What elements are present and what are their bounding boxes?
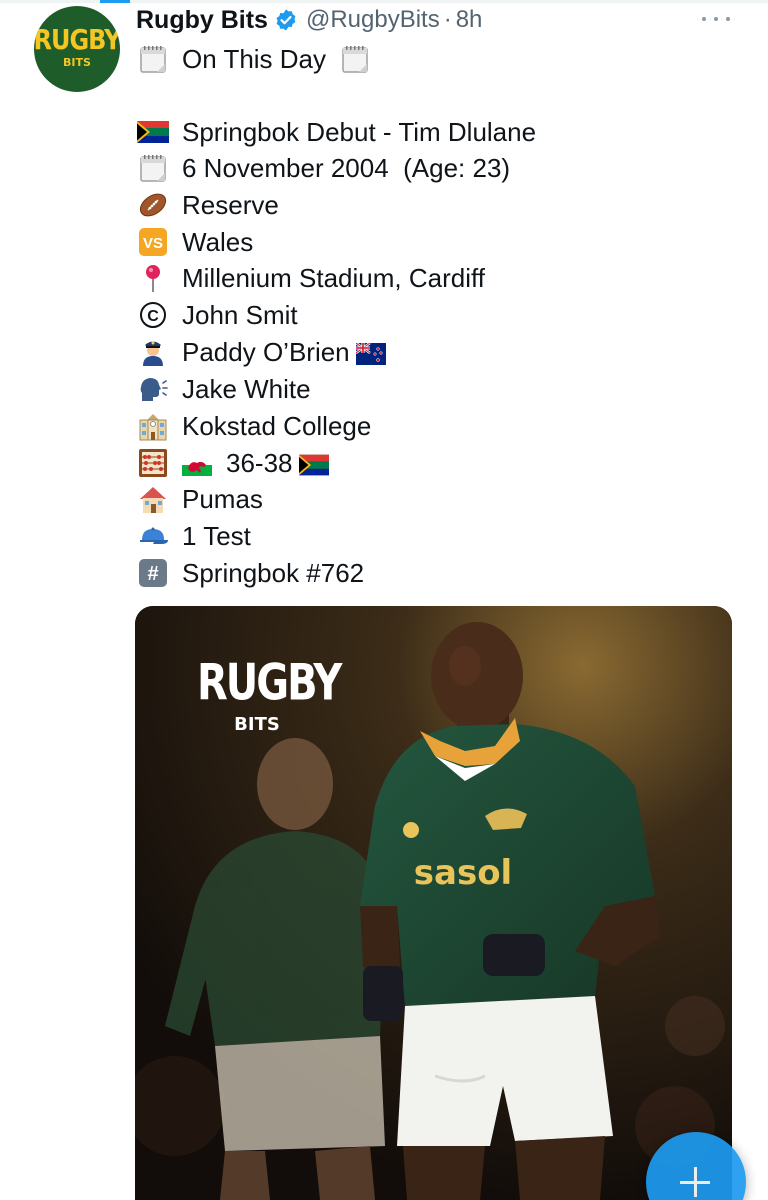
- score-text: 36-38: [226, 447, 293, 478]
- pin-icon: [136, 261, 170, 295]
- info-line-province: Pumas: [136, 481, 263, 517]
- house-icon: [136, 482, 170, 516]
- info-line-debut: Springbok Debut - Tim Dlulane: [136, 114, 536, 150]
- more-options-icon[interactable]: [700, 8, 732, 30]
- debut-text: Springbok Debut - Tim Dlulane: [182, 116, 537, 147]
- hash-icon: #: [136, 556, 170, 590]
- info-line-date: 6 November 2004 (Age: 23): [136, 150, 510, 186]
- info-line-coach: Jake White: [136, 371, 311, 407]
- abacus-icon: [136, 446, 170, 480]
- info-line-venue: Millenium Stadium, Cardiff: [136, 260, 485, 296]
- new-zealand-flag-icon: [354, 341, 386, 365]
- south-africa-flag-icon: [298, 452, 329, 476]
- avatar-logo-line2: BITS: [63, 56, 91, 69]
- tweet-photo[interactable]: sasol RUGBY BITS: [135, 606, 732, 1200]
- avatar-logo-line1: RUGBY: [34, 23, 120, 57]
- copyright-icon: C: [136, 298, 170, 332]
- referee-text: Paddy O’Brien: [182, 336, 350, 367]
- calendar-icon: [136, 42, 170, 76]
- number-text: Springbok #762: [182, 557, 365, 588]
- vs-icon: VS: [136, 225, 170, 259]
- opponent-text: Wales: [182, 226, 254, 257]
- info-line-school: Kokstad College: [136, 408, 371, 444]
- heading-line: On This Day: [136, 41, 372, 77]
- heading-text: On This Day: [182, 43, 327, 74]
- avatar[interactable]: RUGBY BITS: [34, 6, 120, 92]
- info-line-position: Reserve: [136, 187, 279, 223]
- school-icon: [136, 409, 170, 443]
- author-name[interactable]: Rugby Bits: [136, 6, 268, 35]
- south-africa-flag-icon: [136, 115, 170, 149]
- speaking-head-icon: [136, 372, 170, 406]
- plus-icon-vertical: [694, 1167, 697, 1197]
- photo-watermark-logo: RUGBY BITS: [197, 656, 342, 735]
- captain-text: John Smit: [182, 299, 298, 330]
- tests-text: 1 Test: [182, 520, 251, 551]
- info-line-tests: 1 Test: [136, 518, 251, 554]
- info-line-score: 36-38: [136, 445, 339, 481]
- police-officer-icon: [136, 335, 170, 369]
- top-tab-strip: [0, 0, 768, 3]
- svg-text:#: #: [147, 563, 158, 585]
- watermark-line1: RUGBY: [197, 654, 342, 712]
- jersey-sponsor-text: sasol: [414, 853, 512, 893]
- wales-flag-icon: [182, 452, 212, 476]
- info-line-number: # Springbok #762: [136, 555, 364, 591]
- verified-badge-icon: [276, 9, 296, 31]
- cap-icon: [136, 519, 170, 553]
- tweet-timestamp[interactable]: 8h: [456, 6, 483, 34]
- info-line-captain: C John Smit: [136, 297, 298, 333]
- active-tab-indicator: [100, 0, 130, 3]
- tweet-header: Rugby Bits @RugbyBits · 8h: [136, 4, 482, 36]
- tweet-page: RUGBY BITS Rugby Bits @RugbyBits · 8h On…: [0, 0, 768, 1200]
- info-line-opponent: VS Wales: [136, 224, 253, 260]
- meta-separator: ·: [443, 6, 452, 33]
- school-text: Kokstad College: [182, 410, 372, 441]
- watermark-line2: BITS: [234, 714, 280, 735]
- venue-text: Millenium Stadium, Cardiff: [182, 262, 485, 293]
- coach-text: Jake White: [182, 373, 311, 404]
- position-text: Reserve: [182, 189, 279, 220]
- calendar-icon: [136, 151, 170, 185]
- date-text: 6 November 2004 (Age: 23): [182, 152, 511, 183]
- province-text: Pumas: [182, 483, 263, 514]
- author-handle[interactable]: @RugbyBits: [306, 6, 440, 34]
- rugby-ball-icon: [136, 188, 170, 222]
- svg-text:C: C: [147, 308, 159, 325]
- svg-text:VS: VS: [143, 235, 163, 252]
- calendar-icon: [338, 42, 372, 76]
- info-line-referee: Paddy O’Brien: [136, 334, 396, 370]
